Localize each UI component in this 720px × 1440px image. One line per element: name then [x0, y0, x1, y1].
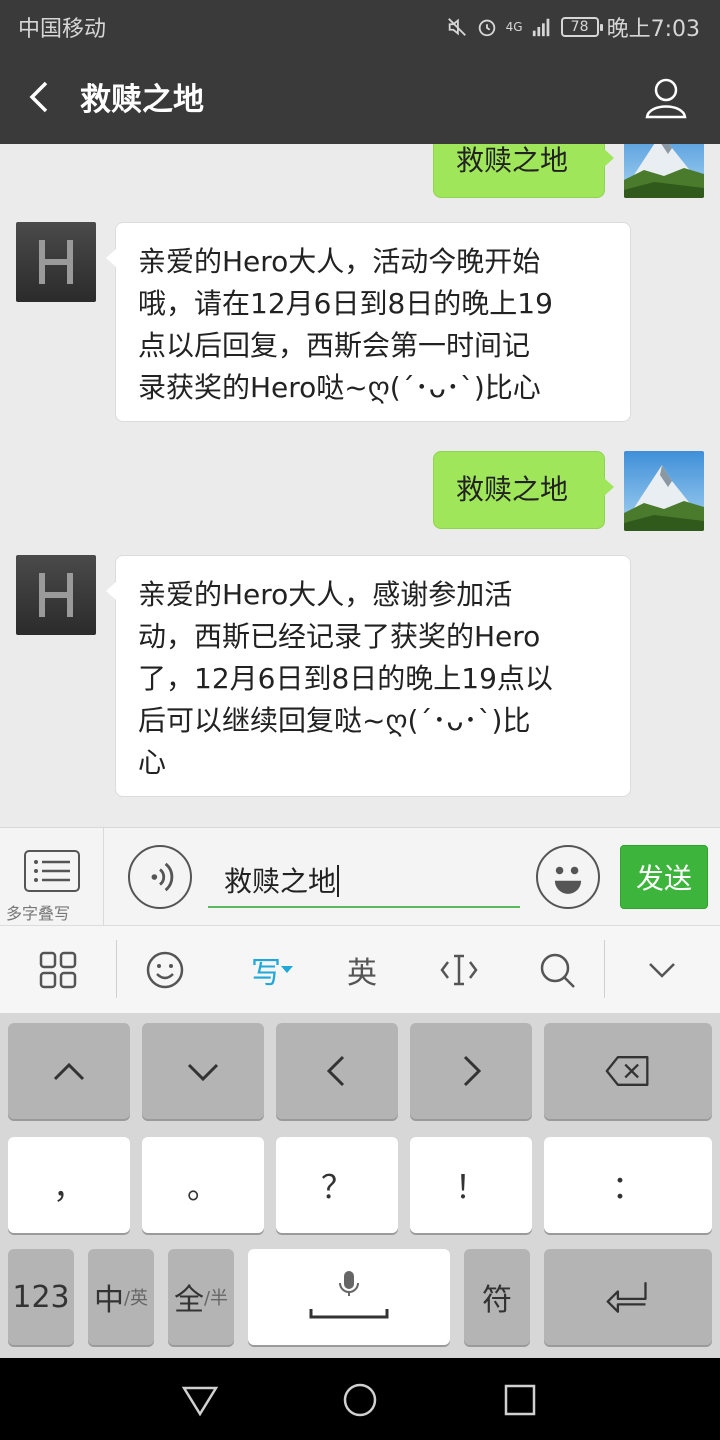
- incoming-message-bubble[interactable]: 亲爱的Hero大人，活动今晚开始 哦，请在12月6日到8日的晚上19 点以后回复…: [106, 222, 631, 422]
- dropdown-caret-icon: [281, 966, 293, 973]
- outgoing-message-bubble[interactable]: 救赎之地: [433, 451, 614, 529]
- emoji-panel-icon[interactable]: [141, 946, 189, 994]
- network-type: 4G: [505, 20, 523, 34]
- key-question[interactable]: ？: [276, 1137, 398, 1233]
- message-input-bar: 多字叠写 救赎之地 发送: [0, 827, 720, 926]
- key-comma[interactable]: ，: [8, 1137, 130, 1233]
- grid-menu-icon[interactable]: [34, 946, 82, 994]
- alarm-icon: [478, 19, 495, 37]
- message-line: 录获奖的Hero哒~ღ(´･ᴗ･`)比心: [138, 371, 541, 404]
- message-list[interactable]: 救赎之地 亲爱的Hero大人，活动今晚开始 哦，请在12月6日到8日的晚上19 …: [0, 144, 720, 827]
- message-line: 心: [138, 746, 167, 779]
- keyboard-toolbar: 写 英: [0, 925, 720, 1013]
- outgoing-message-bubble[interactable]: 救赎之地: [433, 144, 614, 198]
- enter-icon: [606, 1282, 647, 1313]
- recent-apps-icon[interactable]: [500, 1380, 540, 1420]
- message-line: 亲爱的Hero大人，感谢参加活: [138, 578, 513, 611]
- send-button[interactable]: 发送: [620, 845, 708, 909]
- message-line: 动，西斯已经记录了获奖的Hero: [138, 620, 541, 653]
- message-text: 救赎之地: [456, 144, 569, 177]
- key-period[interactable]: 。: [142, 1137, 264, 1233]
- voice-wave-icon: [151, 862, 174, 892]
- multiword-handwriting-button[interactable]: 多字叠写: [0, 828, 104, 926]
- key-chinese-english[interactable]: 中/英: [88, 1249, 154, 1345]
- microphone-space-icon: [309, 1271, 389, 1319]
- contact-avatar[interactable]: [16, 555, 96, 635]
- backspace-icon: [605, 1056, 649, 1086]
- smiley-icon: [554, 866, 582, 894]
- message-line: 点以后回复，西斯会第一时间记: [138, 329, 531, 362]
- key-sub-label: /英: [123, 1288, 149, 1309]
- multiword-label: 多字叠写: [6, 904, 71, 923]
- message-line: 哦，请在12月6日到8日的晚上19: [138, 287, 553, 320]
- key-numbers[interactable]: 123: [8, 1249, 74, 1345]
- key-down[interactable]: [142, 1023, 264, 1119]
- key-main-label: 全: [173, 1283, 204, 1318]
- key-left[interactable]: [276, 1023, 398, 1119]
- key-colon[interactable]: ：: [544, 1137, 712, 1233]
- search-icon[interactable]: [533, 946, 581, 994]
- collapse-keyboard-icon[interactable]: [638, 946, 686, 994]
- key-symbols[interactable]: 符: [464, 1249, 530, 1345]
- list-icon: [24, 850, 80, 892]
- h-logo-icon: [39, 573, 73, 617]
- h-logo-icon: [39, 240, 73, 284]
- handwrite-label: 写: [251, 956, 281, 991]
- chevron-down-icon: [187, 1063, 219, 1082]
- english-mode-tab[interactable]: 英: [338, 946, 386, 994]
- incoming-message-bubble[interactable]: 亲爱的Hero大人，感谢参加活 动，西斯已经记录了获奖的Hero 了，12月6日…: [106, 555, 631, 797]
- back-triangle-icon[interactable]: [180, 1380, 220, 1420]
- chevron-left-icon: [326, 1055, 345, 1087]
- emoji-button[interactable]: [536, 845, 600, 909]
- key-full-half-width[interactable]: 全/半: [168, 1249, 234, 1345]
- chevron-up-icon: [53, 1062, 85, 1081]
- keyboard: ， 。 ？ ！ ： 123 中/英 全/半 符: [0, 1013, 720, 1358]
- key-space[interactable]: [248, 1249, 450, 1345]
- input-value: 救赎之地: [224, 865, 337, 898]
- text-caret: [337, 865, 340, 897]
- system-navigation-bar: [0, 1358, 720, 1440]
- toolbar-divider: [604, 940, 605, 998]
- key-up[interactable]: [8, 1023, 130, 1119]
- key-sub-label: /半: [203, 1288, 229, 1309]
- mountain-avatar-image: [624, 144, 704, 198]
- back-arrow-icon[interactable]: [22, 77, 58, 117]
- my-avatar[interactable]: [624, 144, 704, 198]
- key-exclamation[interactable]: ！: [410, 1137, 532, 1233]
- key-main-label: 中: [93, 1283, 124, 1318]
- status-icons: 4G 78 晚上7:03: [446, 11, 700, 43]
- message-line: 了，12月6日到8日的晚上19点以: [138, 662, 553, 695]
- mute-icon: [447, 18, 466, 36]
- chat-title: 救赎之地: [80, 82, 204, 118]
- key-enter[interactable]: [544, 1249, 712, 1345]
- message-line: 后可以继续回复哒~ღ(´･ᴗ･`)比: [138, 704, 531, 737]
- key-right[interactable]: [410, 1023, 532, 1119]
- status-bar: 中国移动 4G 78 晚上7:03: [0, 0, 720, 50]
- toolbar-divider: [116, 940, 117, 998]
- voice-input-button[interactable]: [128, 845, 192, 909]
- home-circle-icon[interactable]: [340, 1380, 380, 1420]
- signal-icon: [532, 18, 549, 37]
- profile-icon[interactable]: [644, 75, 688, 119]
- carrier-name: 中国移动: [18, 17, 107, 42]
- key-backspace[interactable]: [544, 1023, 712, 1119]
- message-input[interactable]: 救赎之地: [208, 848, 520, 908]
- contact-avatar[interactable]: [16, 222, 96, 302]
- message-line: 亲爱的Hero大人，活动今晚开始: [138, 245, 541, 278]
- my-avatar[interactable]: [624, 451, 704, 531]
- handwrite-mode-tab[interactable]: 写: [244, 946, 300, 994]
- mountain-avatar-image: [624, 451, 704, 531]
- chevron-right-icon: [463, 1055, 482, 1087]
- message-text: 救赎之地: [456, 473, 569, 506]
- clock: 晚上7:03: [606, 17, 700, 42]
- chat-header: 救赎之地: [0, 50, 720, 144]
- battery-indicator: 78: [560, 17, 603, 37]
- cursor-move-icon[interactable]: [435, 946, 483, 994]
